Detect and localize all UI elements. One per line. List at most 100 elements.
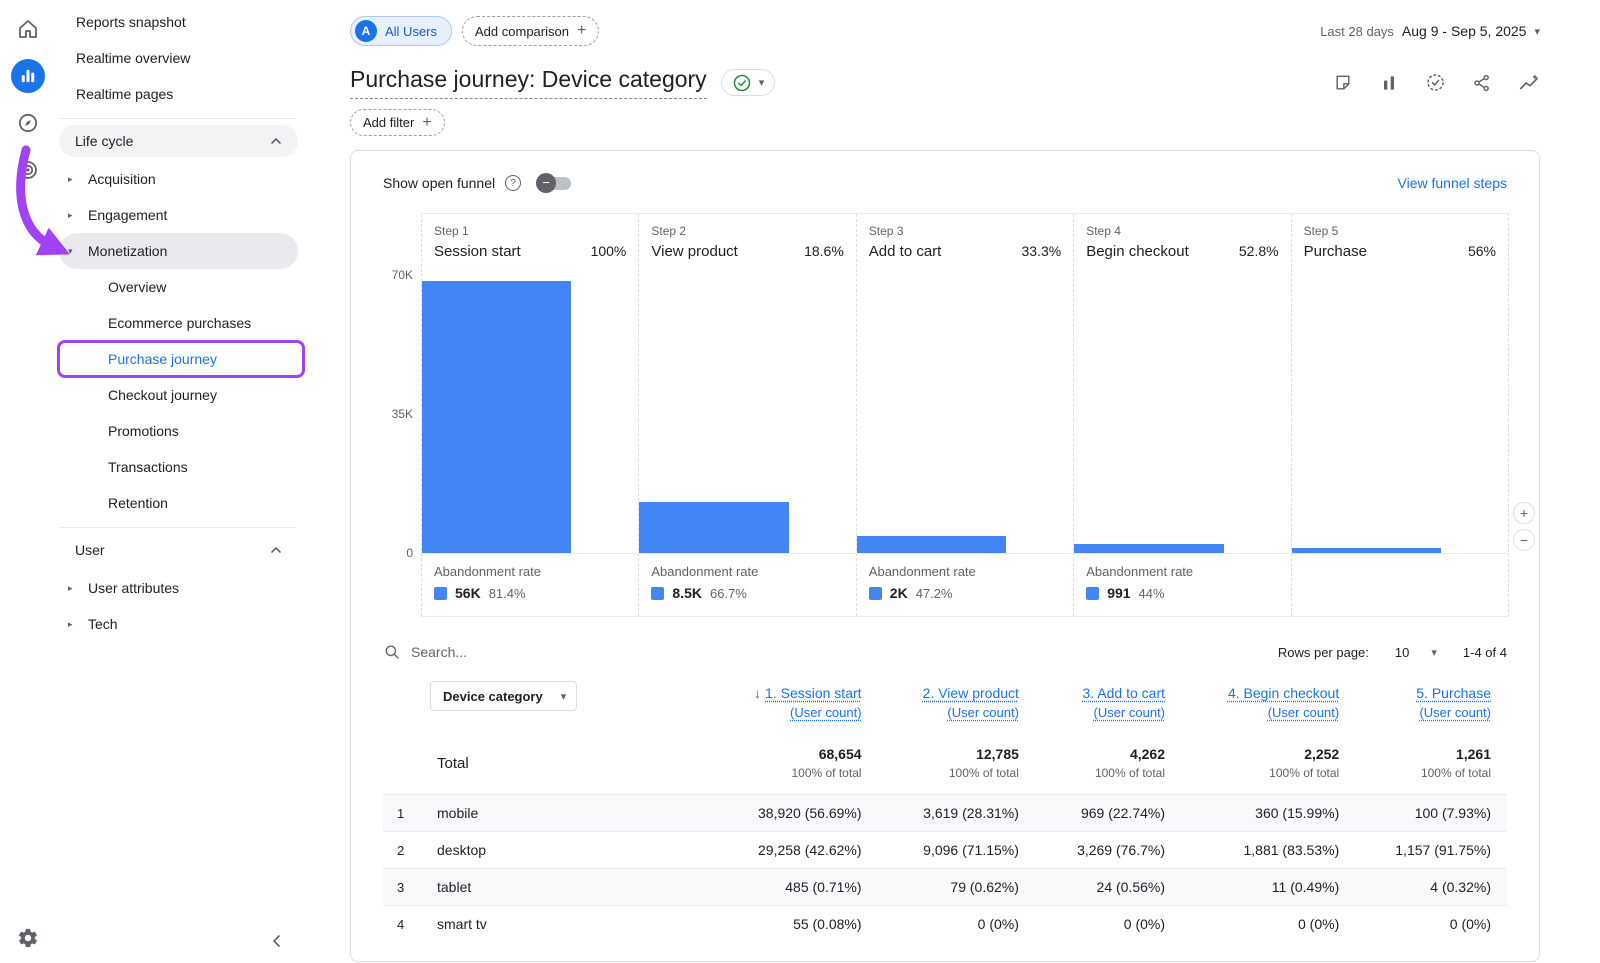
column-header-link[interactable]: 2. View product [923, 685, 1019, 701]
abandonment-count: 8.5K [672, 585, 702, 601]
lifecycle-section-header[interactable]: Life cycle [59, 125, 298, 157]
row-index: 3 [397, 880, 437, 895]
column-header-link[interactable]: 5. Purchase [1416, 685, 1491, 701]
step-number-label: Step 2 [651, 224, 843, 238]
status-check-button[interactable] [1425, 72, 1446, 93]
abandonment-count: 2K [890, 585, 908, 601]
funnel-bar[interactable] [1074, 544, 1223, 553]
search-icon [383, 643, 401, 661]
table-body: 1mobile38,920 (56.69%)3,619 (28.31%)969 … [383, 795, 1507, 943]
device-category-value: tablet [437, 879, 471, 895]
add-filter-button[interactable]: Add filter + [350, 109, 445, 136]
notes-button[interactable] [1333, 73, 1353, 93]
rows-per-page-select[interactable]: 10 ▾ [1395, 645, 1437, 660]
sidebar-item-realtime-overview[interactable]: Realtime overview [55, 40, 310, 76]
sidebar-item-tech[interactable]: ▸Tech [55, 606, 310, 642]
sidebar-item-monetization[interactable]: ▾ Monetization [59, 233, 298, 269]
step-plot-area [1074, 276, 1290, 554]
funnel-report-card: Show open funnel ? − View funnel steps 7… [350, 150, 1540, 962]
date-range-label: Aug 9 - Sep 5, 2025 [1402, 23, 1527, 39]
metric-cell: 0 (0%) [1181, 906, 1355, 943]
metric-cell: 0 (0%) [1355, 906, 1507, 943]
column-header-link[interactable]: 3. Add to cart [1083, 685, 1166, 701]
step-plot-area [1292, 276, 1508, 554]
chart-zoom-controls: + − [1513, 502, 1535, 551]
column-subheader[interactable]: (User count) [1093, 705, 1165, 720]
help-icon[interactable]: ? [505, 175, 521, 191]
sidebar-item-checkout-journey[interactable]: Checkout journey [55, 377, 310, 413]
column-subheader[interactable]: (User count) [1419, 705, 1491, 720]
step-plot-area [422, 276, 638, 554]
sidebar-item-promotions[interactable]: Promotions [55, 413, 310, 449]
chevron-down-icon: ▾ [1431, 646, 1437, 659]
sidebar-item-overview[interactable]: Overview [55, 269, 310, 305]
sidebar-item-retention[interactable]: Retention [55, 485, 310, 521]
share-button[interactable] [1472, 73, 1492, 93]
step-number-label: Step 3 [869, 224, 1061, 238]
date-range-picker[interactable]: Last 28 days Aug 9 - Sep 5, 2025 ▾ [1320, 23, 1540, 39]
zoom-in-icon[interactable]: + [1513, 502, 1535, 524]
step-number-label: Step 1 [434, 224, 626, 238]
admin-settings-button[interactable] [17, 927, 39, 949]
total-label-cell: Total [383, 736, 731, 795]
compare-bars-icon [1379, 73, 1399, 93]
sidebar-item-user-attributes[interactable]: ▸User attributes [55, 570, 310, 606]
gear-icon [17, 927, 39, 949]
abandonment-section [1292, 554, 1508, 616]
collapse-sidebar-button[interactable] [270, 934, 284, 953]
metric-cell: 0 (0%) [878, 906, 1035, 943]
table-row-desktop[interactable]: 2desktop29,258 (42.62%)9,096 (71.15%)3,2… [383, 832, 1507, 869]
step-number-label: Step 4 [1086, 224, 1278, 238]
user-section-header[interactable]: User [59, 534, 298, 566]
sidebar-item-engagement[interactable]: ▸ Engagement [55, 197, 310, 233]
sidebar-item-reports-snapshot[interactable]: Reports snapshot [55, 4, 310, 40]
search-input[interactable] [411, 644, 711, 660]
view-funnel-steps-link[interactable]: View funnel steps [1398, 175, 1507, 191]
sidebar-item-realtime-pages[interactable]: Realtime pages [55, 76, 310, 112]
funnel-columns: Step 1 Session start 100% Abandonment ra… [421, 213, 1509, 617]
funnel-bar[interactable] [857, 536, 1006, 553]
chevron-down-icon: ▾ [561, 690, 567, 703]
expand-arrow-icon: ▸ [68, 583, 78, 594]
reports-nav-button[interactable] [11, 59, 45, 93]
step-completion-rate: 18.6% [804, 243, 844, 259]
compare-reports-button[interactable] [1379, 73, 1399, 93]
rows-per-page-label: Rows per page: [1278, 645, 1369, 660]
abandonment-rate: 81.4% [489, 586, 526, 601]
funnel-bar[interactable] [422, 281, 571, 553]
sidebar-item-ecommerce-purchases[interactable]: Ecommerce purchases [55, 305, 310, 341]
column-header-link[interactable]: 4. Begin checkout [1228, 685, 1339, 701]
home-button[interactable] [11, 12, 45, 46]
metric-cell: 1,157 (91.75%) [1355, 832, 1507, 869]
sidebar-item-acquisition[interactable]: ▸ Acquisition [55, 161, 310, 197]
dimension-select[interactable]: Device category ▾ [430, 681, 577, 711]
abandonment-count: 56K [455, 585, 481, 601]
abandonment-label: Abandonment rate [434, 564, 626, 579]
abandonment-rate: 47.2% [916, 586, 953, 601]
add-comparison-button[interactable]: Add comparison + [462, 16, 599, 46]
sidebar-item-purchase-journey[interactable]: Purchase journey [55, 341, 310, 377]
insights-button[interactable] [1518, 72, 1540, 94]
abandonment-rate: 44% [1139, 586, 1165, 601]
funnel-bar[interactable] [1292, 548, 1441, 553]
column-subheader[interactable]: (User count) [1268, 705, 1340, 720]
acquisition-label: Acquisition [88, 171, 156, 187]
all-users-segment-chip[interactable]: A All Users [350, 16, 452, 46]
sidebar-item-transactions[interactable]: Transactions [55, 449, 310, 485]
zoom-out-icon[interactable]: − [1513, 529, 1535, 551]
table-row-smart-tv[interactable]: 4smart tv55 (0.08%)0 (0%)0 (0%)0 (0%)0 (… [383, 906, 1507, 943]
expand-arrow-icon: ▸ [68, 210, 78, 221]
table-row-tablet[interactable]: 3tablet485 (0.71%)79 (0.62%)24 (0.56%)11… [383, 869, 1507, 906]
table-row-mobile[interactable]: 1mobile38,920 (56.69%)3,619 (28.31%)969 … [383, 795, 1507, 832]
show-open-funnel-toggle[interactable]: − [539, 177, 571, 190]
data-quality-badge[interactable]: ▾ [721, 69, 776, 96]
explore-nav-button[interactable] [11, 106, 45, 140]
column-subheader[interactable]: (User count) [790, 705, 862, 720]
advertising-nav-button[interactable] [11, 153, 45, 187]
row-index: 1 [397, 806, 437, 821]
column-header-5-purchase: 5. Purchase (User count) [1355, 675, 1507, 736]
funnel-bar[interactable] [639, 502, 788, 553]
column-subheader[interactable]: (User count) [947, 705, 1019, 720]
step-completion-rate: 52.8% [1239, 243, 1279, 259]
column-header-link[interactable]: 1. Session start [765, 685, 862, 701]
